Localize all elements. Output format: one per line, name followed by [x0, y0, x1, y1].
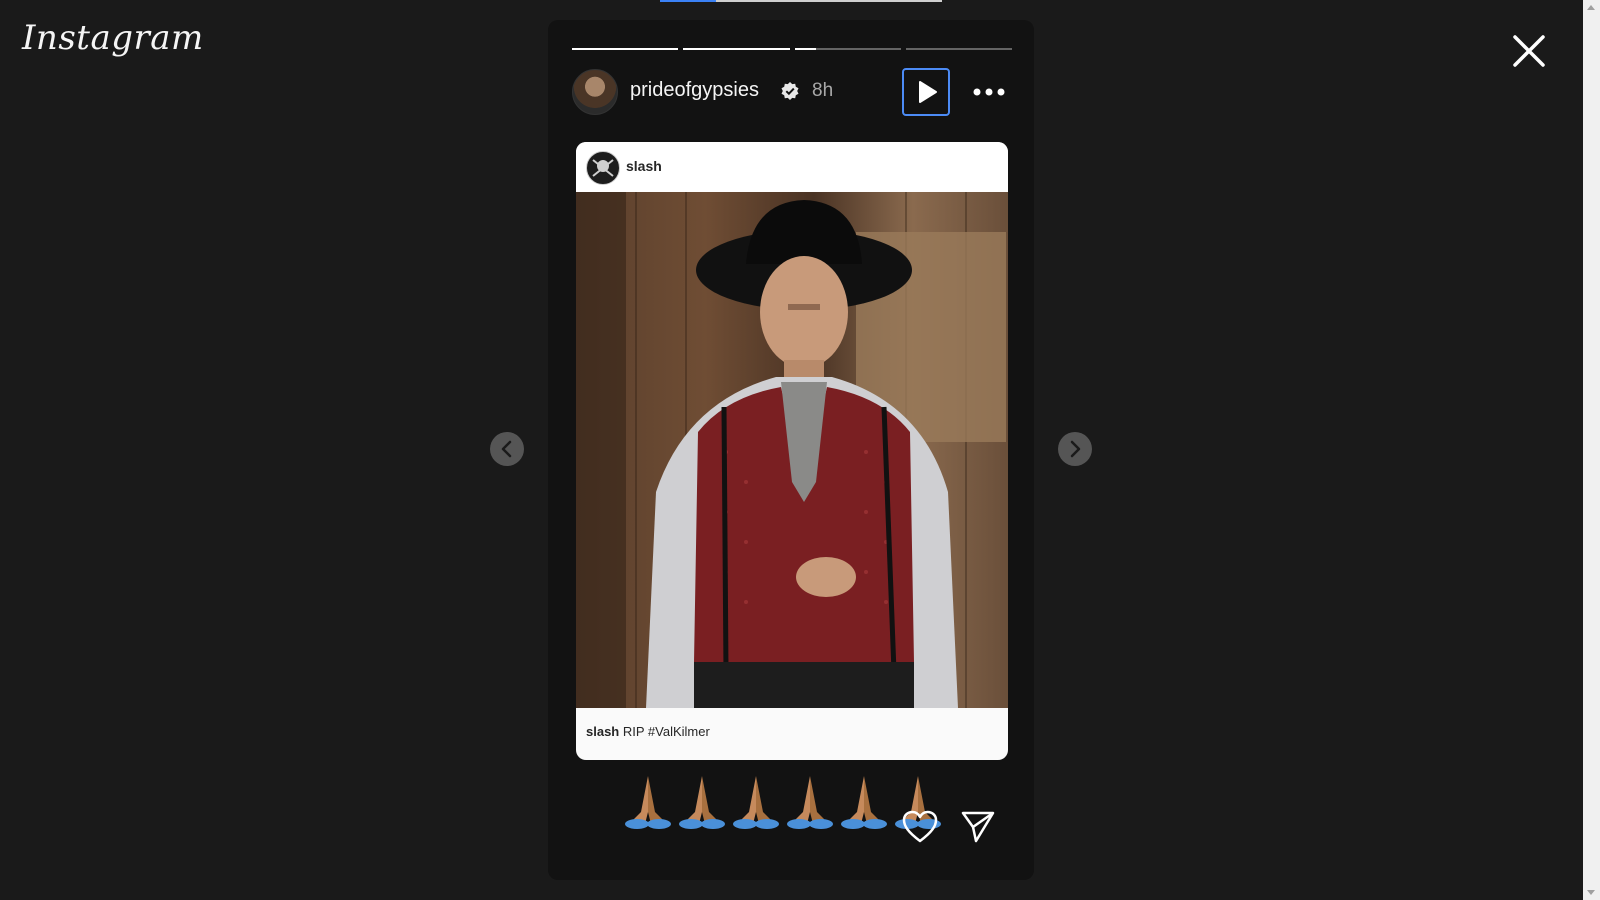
post-header: slash	[576, 142, 1008, 192]
more-options-button[interactable]	[972, 82, 1006, 102]
story-timestamp: 8h	[812, 80, 834, 101]
chevron-right-icon	[1070, 440, 1081, 458]
praying-hands-icon	[841, 776, 887, 829]
progress-segment	[794, 48, 901, 50]
caption-text: RIP #ValKilmer	[622, 724, 710, 739]
progress-segment-fill	[572, 48, 679, 50]
story-viewer[interactable]: prideofgypsies 8h slash slash RIP #ValKi…	[548, 20, 1034, 880]
play-icon	[919, 81, 937, 103]
progress-segment-fill	[794, 48, 816, 50]
reaction-row	[623, 772, 943, 832]
share-button[interactable]	[960, 810, 996, 844]
praying-hands-icon	[679, 776, 725, 829]
post-photo	[576, 192, 1008, 708]
previous-story-button[interactable]	[490, 432, 524, 466]
story-header: prideofgypsies 8h	[572, 68, 1012, 116]
scroll-up-arrow-icon[interactable]	[1587, 5, 1595, 10]
progress-segment	[683, 48, 790, 50]
tab-loading-indicator-active	[660, 0, 716, 2]
heart-icon	[902, 810, 938, 843]
caption-username[interactable]: slash	[586, 724, 619, 739]
tab-loading-indicator	[660, 0, 942, 2]
more-options-icon	[973, 88, 1005, 96]
progress-segment-fill	[683, 48, 790, 50]
like-button[interactable]	[902, 810, 938, 844]
praying-hands-icon	[787, 776, 833, 829]
scroll-down-arrow-icon[interactable]	[1587, 890, 1595, 895]
page-scrollbar[interactable]	[1583, 0, 1600, 900]
send-icon	[961, 811, 995, 843]
praying-hands-icon	[625, 776, 671, 829]
post-caption: slash RIP #ValKilmer	[586, 724, 710, 739]
story-username[interactable]: prideofgypsies	[630, 79, 759, 102]
chevron-left-icon	[501, 440, 512, 458]
progress-segment	[905, 48, 1012, 50]
instagram-logo[interactable]: Instagram	[22, 18, 204, 58]
next-story-button[interactable]	[1058, 432, 1092, 466]
post-username[interactable]: slash	[626, 158, 662, 174]
story-progress	[572, 48, 1012, 50]
close-button[interactable]	[1512, 34, 1546, 68]
close-icon	[1513, 35, 1545, 67]
verified-badge-icon	[781, 82, 799, 100]
post-avatar[interactable]	[586, 151, 620, 185]
praying-hands-icon	[733, 776, 779, 829]
play-button[interactable]	[902, 68, 950, 116]
cowboy-photo-illustration	[576, 192, 1006, 708]
shared-post-card[interactable]: slash slash RIP #ValKilmer	[576, 142, 1008, 760]
progress-segment	[572, 48, 679, 50]
skull-crossbones-icon	[592, 159, 614, 177]
avatar[interactable]	[572, 69, 618, 115]
